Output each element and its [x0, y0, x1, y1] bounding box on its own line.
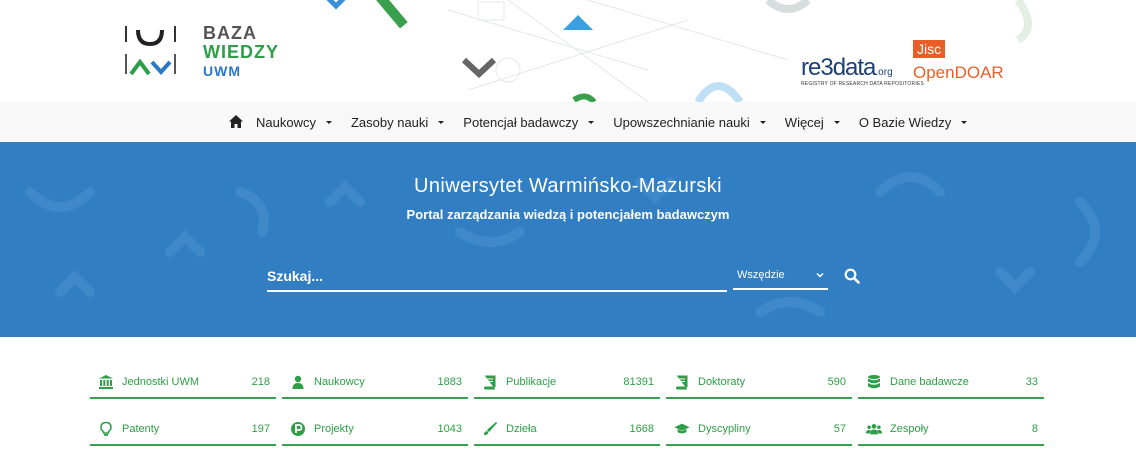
database-icon	[866, 374, 882, 390]
caret-down-icon	[588, 120, 595, 124]
stat-label: Naukowcy	[314, 376, 365, 388]
logo-line-wiedzy: WIEDZY	[203, 42, 279, 62]
graduation-cap-icon	[674, 421, 690, 437]
stat-label: Projekty	[314, 423, 354, 435]
stat-count: 197	[251, 423, 270, 435]
re3data-tagline: REGISTRY OF RESEARCH DATA REPOSITORIES	[801, 81, 924, 87]
logo-line-baza: BAZA	[203, 23, 257, 43]
stat-count: 57	[833, 423, 846, 435]
brush-icon	[482, 421, 498, 437]
stat-naukowcy[interactable]: Naukowcy 1883	[282, 367, 468, 399]
stat-label: Publikacje	[506, 376, 557, 388]
stat-dyscypliny[interactable]: Dyscypliny 57	[666, 414, 852, 446]
logo-wordmark[interactable]: BAZA WIEDZY UWM	[203, 24, 279, 81]
stat-label: Patenty	[122, 423, 160, 435]
stat-count: 590	[827, 376, 846, 388]
stat-label: Dane badawcze	[890, 376, 969, 388]
caret-down-icon	[833, 120, 840, 124]
hero-decoration	[25, 172, 1100, 317]
book-icon	[482, 374, 498, 390]
stat-label: Zespoły	[890, 423, 929, 435]
portal-subtitle: Portal zarządzania wiedzą i potencjałem …	[406, 207, 730, 222]
stat-count: 218	[251, 376, 270, 388]
stat-zespoly[interactable]: Zespoły 8	[858, 414, 1044, 446]
nav-item-zasoby-nauki[interactable]: Zasoby nauki	[350, 114, 445, 130]
search-input[interactable]	[267, 262, 727, 292]
nav-item-potencjal-badawczy[interactable]: Potencjał badawczy	[463, 114, 595, 130]
stat-publikacje[interactable]: Publikacje 81391	[474, 367, 660, 399]
stat-label: Jednostki UWM	[122, 376, 200, 388]
user-icon	[290, 374, 306, 390]
stat-label: Doktoraty	[698, 376, 746, 388]
search-scope-select[interactable]: Wszędzie	[733, 262, 828, 290]
opendoar-link[interactable]: OpenDOAR	[913, 63, 1004, 83]
project-icon	[290, 421, 306, 437]
jisc-logo[interactable]: Jisc	[913, 40, 946, 58]
nav-item-label: Naukowcy	[256, 114, 316, 130]
caret-down-icon	[759, 120, 766, 124]
re3data-wordmark: re3data	[801, 54, 876, 81]
stat-label: Dzieła	[506, 423, 537, 435]
chevron-down-icon	[816, 272, 824, 278]
institution-icon	[98, 374, 114, 390]
stat-label: Dyscypliny	[698, 423, 751, 435]
book-icon	[674, 374, 690, 390]
stat-patenty[interactable]: Patenty 197	[90, 414, 276, 446]
home-icon[interactable]	[228, 114, 244, 130]
search-scope-value: Wszędzie	[737, 269, 785, 281]
nav-item-o-bazie-wiedzy[interactable]: O Bazie Wiedzy	[858, 114, 968, 130]
nav-item-label: O Bazie Wiedzy	[858, 114, 952, 130]
nav-item-upowszechnianie-nauki[interactable]: Upowszechnianie nauki	[613, 115, 766, 130]
stat-count: 33	[1025, 376, 1038, 388]
stat-count: 1668	[629, 423, 654, 435]
stat-dziela[interactable]: Dzieła 1668	[474, 414, 660, 446]
re3data-org: .org	[875, 67, 893, 78]
caret-down-icon	[438, 120, 445, 124]
caret-down-icon	[325, 120, 332, 124]
nav-item-label: Upowszechnianie nauki	[613, 114, 750, 130]
hero-search-section: Uniwersytet Warmińsko-Mazurski Portal za…	[0, 142, 1136, 337]
nav-item-label: Więcej	[784, 114, 824, 130]
logo-line-uwm: UWM	[203, 63, 241, 79]
stat-count: 81391	[623, 376, 654, 388]
main-navigation: Naukowcy Zasoby nauki Potencjał badawczy…	[0, 102, 1136, 143]
site-header: BAZA WIEDZY UWM re3data.org REGISTRY OF …	[88, 0, 1040, 102]
nav-item-label: Zasoby nauki	[350, 114, 429, 130]
stat-count: 8	[1031, 423, 1038, 435]
caret-down-icon	[961, 120, 968, 124]
lightbulb-icon	[98, 421, 114, 437]
stat-dane-badawcze[interactable]: Dane badawcze 33	[858, 367, 1044, 399]
team-icon	[866, 421, 882, 437]
university-title: Uniwersytet Warmińsko-Mazurski	[414, 175, 722, 197]
stat-doktoraty[interactable]: Doktoraty 590	[666, 367, 852, 399]
stat-count: 1883	[437, 376, 462, 388]
nav-item-label: Potencjał badawczy	[463, 114, 579, 130]
stat-projekty[interactable]: Projekty 1043	[282, 414, 468, 446]
nav-item-wiecej[interactable]: Więcej	[785, 115, 840, 130]
nav-item-naukowcy[interactable]: Naukowcy	[256, 115, 332, 130]
search-icon[interactable]	[844, 268, 860, 284]
re3data-logo[interactable]: re3data.org REGISTRY OF RESEARCH DATA RE…	[801, 54, 924, 87]
stat-jednostki-uwm[interactable]: Jednostki UWM 218	[90, 367, 276, 399]
stat-count: 1043	[437, 423, 462, 435]
